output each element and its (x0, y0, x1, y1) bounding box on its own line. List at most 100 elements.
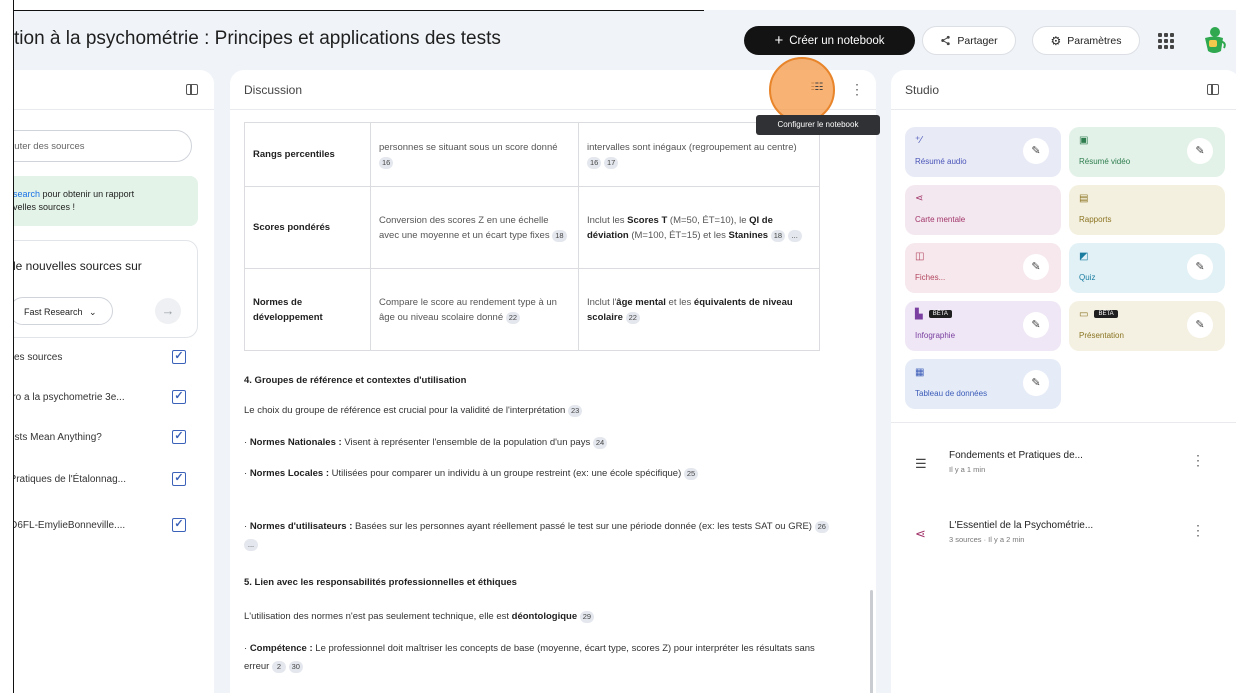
source-item[interactable]: ntro a la psychometrie 3e... ✓ (0, 388, 200, 410)
sources-header (0, 70, 214, 110)
settings-label: Paramètres (1067, 34, 1122, 47)
citation-badge[interactable]: ... (787, 229, 802, 242)
citation-badge[interactable]: 26 (814, 521, 829, 533)
citation-badge[interactable]: 2 (271, 661, 286, 673)
create-notebook-label: Créer un notebook (789, 34, 885, 47)
cell-text: Inclut l' (587, 296, 617, 308)
citation-badge[interactable]: 22 (625, 311, 640, 324)
studio-tile-label: Fiches... (915, 273, 946, 282)
cell-text: Compare le score au rendement type à un … (379, 296, 557, 323)
studio-tile-report[interactable]: ▤ Rapports (1069, 185, 1225, 235)
configure-notebook-icon[interactable]: ☷ (812, 82, 826, 94)
notebook-title[interactable]: tion à la psychométrie : Principes et ap… (14, 28, 501, 50)
share-label: Partager (957, 34, 998, 47)
studio-tile-label: Résumé audio (915, 157, 967, 166)
bullet-label: Normes Nationales : (249, 437, 342, 448)
citation-badge[interactable]: 18 (770, 229, 786, 242)
bullet-label: Normes d'utilisateurs : (249, 521, 353, 532)
citation-badge[interactable]: ... (244, 539, 258, 551)
cell-bold: Stanines (728, 229, 769, 241)
create-notebook-button[interactable]: + Créer un notebook (744, 26, 915, 55)
more-options-icon[interactable]: ⋮ (850, 81, 864, 98)
mindmap-icon: ⋖ (915, 193, 924, 204)
pencil-icon[interactable]: ✎ (1187, 138, 1213, 164)
pencil-icon[interactable]: ✎ (1187, 312, 1213, 338)
table-cell: Scores pondérés (244, 186, 371, 269)
screen-edge-line (14, 10, 704, 11)
apps-grid-icon[interactable] (1158, 33, 1174, 49)
bullet-item: · Normes d'utilisateurs : Basées sur les… (244, 518, 834, 554)
collapse-panel-icon[interactable] (1207, 84, 1219, 95)
paragraph: Le choix du groupe de référence est cruc… (244, 402, 834, 420)
studio-tile-mindmap[interactable]: ⋖ Carte mentale (905, 185, 1061, 235)
pencil-icon[interactable]: ✎ (1023, 370, 1049, 396)
share-button[interactable]: Partager (922, 26, 1016, 55)
pencil-icon[interactable]: ✎ (1187, 254, 1213, 280)
studio-tile-label: Carte mentale (915, 215, 966, 224)
studio-tile-quiz[interactable]: ◩ Quiz ✎ (1069, 243, 1225, 293)
table-icon: ▦ (915, 367, 925, 378)
collapse-panel-icon[interactable] (186, 84, 198, 95)
checkbox-icon[interactable]: ✓ (172, 472, 186, 486)
checkbox-icon[interactable]: ✓ (172, 518, 186, 532)
studio-tile-label: Présentation (1079, 331, 1124, 340)
citation-badge[interactable]: 22 (505, 311, 521, 324)
citation-badge[interactable]: 24 (592, 437, 608, 449)
bullet-label: Compétence : (249, 643, 313, 654)
source-item[interactable]: 2O6FL-EmylieBonneville.... ✓ (0, 516, 200, 538)
pencil-icon[interactable]: ✎ (1023, 138, 1049, 164)
cell-text: personnes se situant sous un score donné (379, 141, 558, 153)
studio-tile-flashcards[interactable]: ◫ Fiches... ✎ (905, 243, 1061, 293)
select-all-sources[interactable]: s les sources ✓ (0, 348, 200, 370)
source-item[interactable]: Tests Mean Anything? ✓ (0, 428, 200, 450)
citation-badge[interactable]: 29 (579, 611, 595, 623)
note-icon: ☰ (915, 456, 927, 471)
fast-research-label: Fast Research (24, 307, 83, 317)
section-5-heading: 5. Lien avec les responsabilités profess… (244, 577, 517, 588)
table-row: Normes de développement Compare le score… (244, 268, 820, 351)
research-tip-line2: uvelles sources ! (8, 202, 76, 212)
citation-badge[interactable]: 16 (587, 156, 602, 169)
add-sources-button[interactable]: outer des sources (0, 130, 192, 162)
studio-tile-audio[interactable]: ⁺∕ Résumé audio ✎ (905, 127, 1061, 177)
cell-bold: âge mental (616, 296, 666, 308)
citation-badge[interactable]: 16 (379, 156, 394, 169)
fast-research-dropdown[interactable]: Fast Research ⌄ (9, 297, 113, 325)
settings-button[interactable]: ⚙ Paramètres (1032, 26, 1140, 55)
citation-badge[interactable]: 25 (683, 468, 699, 480)
note-item[interactable]: ☰ Fondements et Pratiques de... Il y a 1… (905, 448, 1205, 488)
source-label: Tests Mean Anything? (4, 432, 102, 443)
pencil-icon[interactable]: ✎ (1023, 312, 1049, 338)
more-options-icon[interactable]: ⋮ (1191, 452, 1205, 469)
bullet-text: Le professionnel doit maîtriser les conc… (244, 643, 815, 672)
checkbox-icon[interactable]: ✓ (172, 350, 186, 364)
citation-badge[interactable]: 23 (567, 405, 583, 417)
mindmap-icon: ⋖ (915, 526, 926, 541)
more-options-icon[interactable]: ⋮ (1191, 522, 1205, 539)
submit-arrow-icon[interactable]: → (155, 298, 181, 324)
chat-scrollbar[interactable] (870, 590, 873, 693)
source-label: ntro a la psychometrie 3e... (4, 392, 125, 403)
citation-badge[interactable]: 18 (552, 229, 567, 242)
cell-bold: Scores T (627, 214, 668, 226)
source-item[interactable]: t Pratiques de l'Étalonnag... ✓ (0, 470, 200, 492)
citation-badge[interactable]: 30 (288, 661, 303, 673)
table-cell: Inclut l'âge mental et les équivalents d… (578, 268, 820, 351)
checkbox-icon[interactable]: ✓ (172, 430, 186, 444)
studio-tile-slides[interactable]: ▭ BÊTA Présentation ✎ (1069, 301, 1225, 351)
studio-tile-infographic[interactable]: ▙ BÊTA Infographie ✎ (905, 301, 1061, 351)
research-tip-text: pour obtenir un rapport (40, 189, 135, 199)
share-icon (941, 35, 951, 46)
note-item[interactable]: ⋖ L'Essentiel de la Psychométrie... 3 so… (905, 518, 1205, 558)
discover-sources-text: de nouvelles sources sur (9, 259, 142, 273)
slides-icon: ▭ BÊTA (1079, 309, 1118, 320)
avatar[interactable] (1198, 24, 1230, 56)
studio-tile-table[interactable]: ▦ Tableau de données ✎ (905, 359, 1061, 409)
checkbox-icon[interactable]: ✓ (172, 390, 186, 404)
bullet-label: Normes Locales : (249, 468, 330, 479)
note-subtitle: Il y a 1 min (949, 465, 986, 474)
studio-tile-label: Rapports (1079, 215, 1112, 224)
citation-badge[interactable]: 17 (603, 156, 619, 169)
pencil-icon[interactable]: ✎ (1023, 254, 1049, 280)
studio-tile-video[interactable]: ▣ Résumé vidéo ✎ (1069, 127, 1225, 177)
